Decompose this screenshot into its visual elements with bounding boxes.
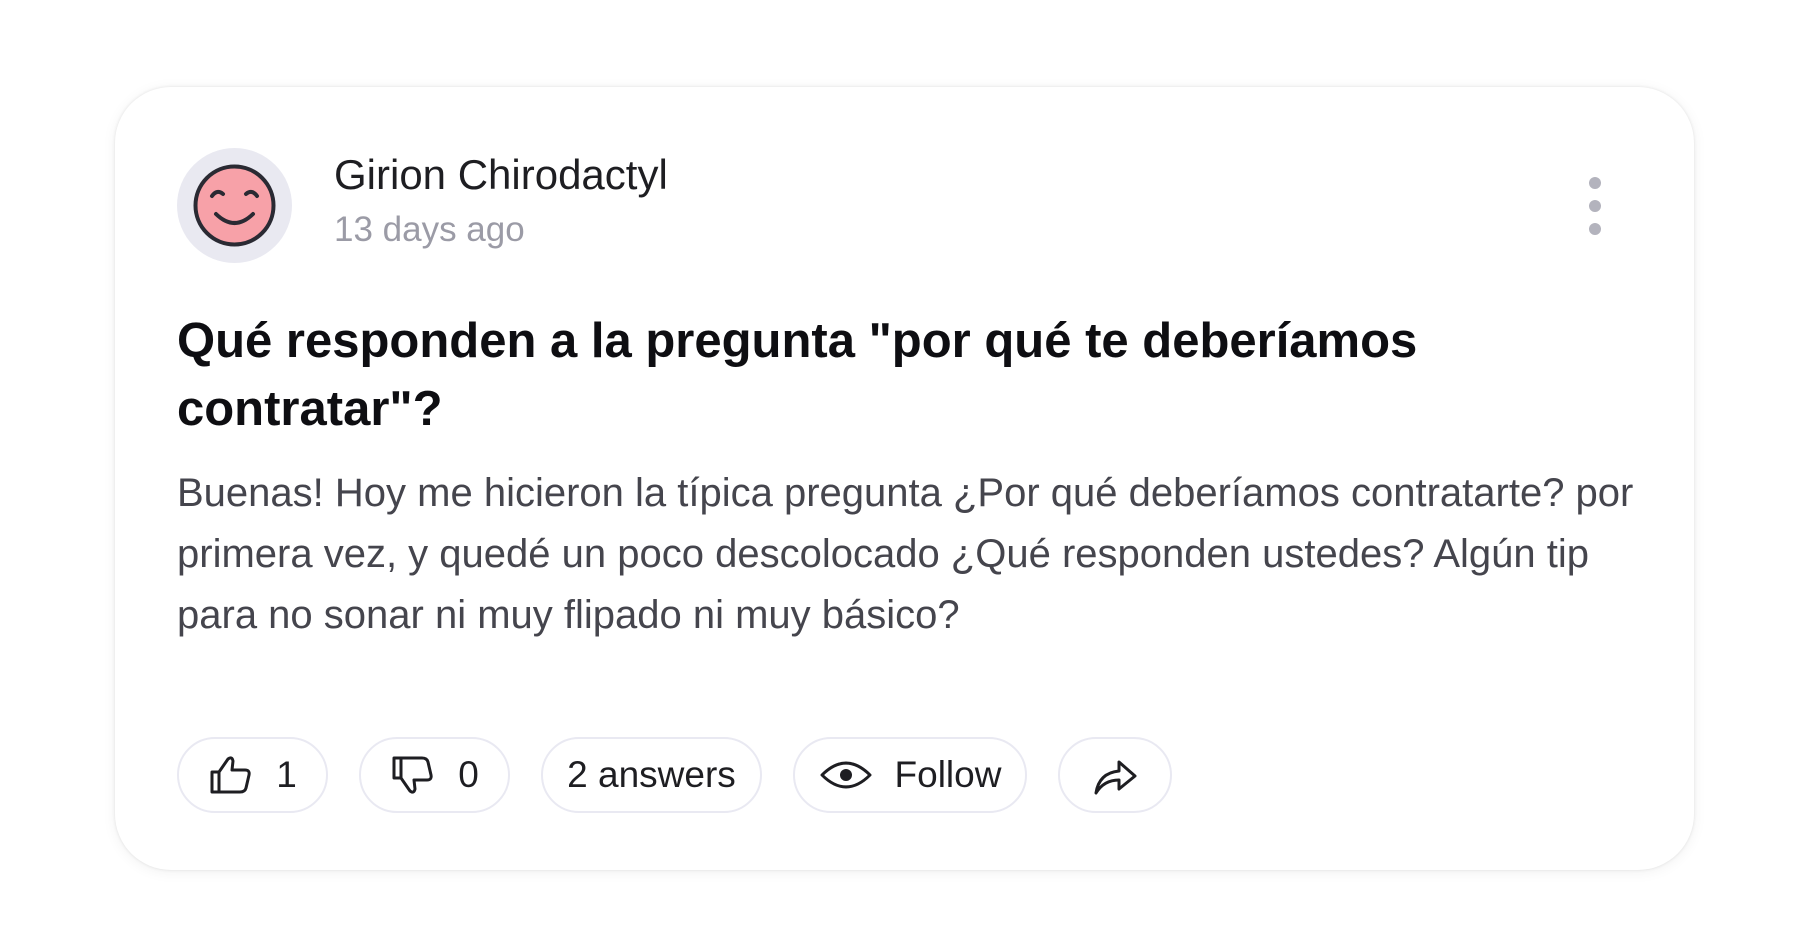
thumbs-down-icon <box>390 751 438 799</box>
post-timestamp: 13 days ago <box>334 210 525 249</box>
follow-label: Follow <box>894 754 1002 795</box>
more-dot <box>1589 223 1601 235</box>
upvote-count: 1 <box>276 754 297 795</box>
smiling-face-icon <box>193 164 276 247</box>
answers-button[interactable]: 2 answers <box>541 737 762 813</box>
more-options-button[interactable] <box>1575 171 1615 241</box>
thumbs-up-icon <box>208 751 256 799</box>
author-name[interactable]: Girion Chirodactyl <box>334 151 668 199</box>
share-button[interactable] <box>1058 737 1172 813</box>
post-body: Buenas! Hoy me hicieron la típica pregun… <box>177 471 1634 637</box>
upvote-button[interactable]: 1 <box>177 737 328 813</box>
eye-icon <box>819 755 873 795</box>
downvote-count: 0 <box>458 754 479 795</box>
share-arrow-icon <box>1091 751 1139 799</box>
post-title[interactable]: Qué responden a la pregunta "por qué te … <box>177 307 1657 443</box>
more-vertical-icon <box>1589 177 1601 189</box>
downvote-button[interactable]: 0 <box>359 737 510 813</box>
post-card: Girion Chirodactyl 13 days ago Qué respo… <box>115 87 1694 870</box>
more-dot <box>1589 200 1601 212</box>
avatar[interactable] <box>177 148 292 263</box>
answers-label: 2 answers <box>567 754 736 795</box>
follow-button[interactable]: Follow <box>793 737 1027 813</box>
